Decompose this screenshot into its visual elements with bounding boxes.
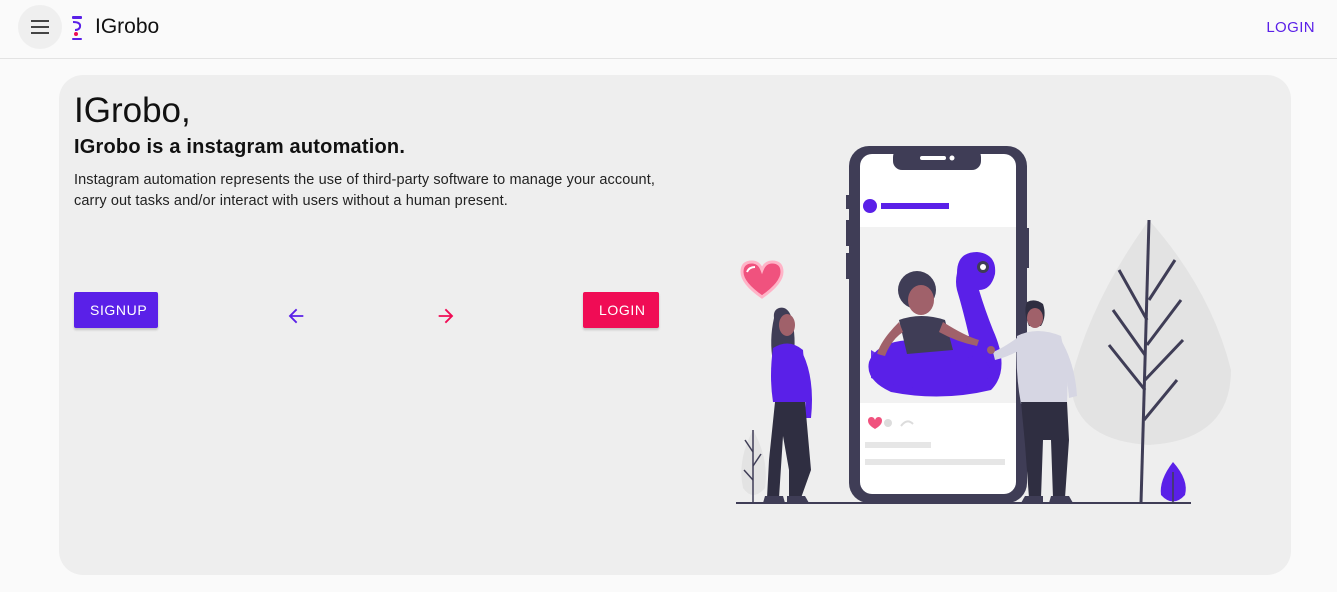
brand-title: IGrobo [95, 15, 160, 38]
hero-subheading: IGrobo is a instagram automation. [74, 136, 406, 158]
instagram-illustration [736, 146, 1231, 504]
logo-icon [72, 16, 82, 40]
app-bar: IGrobo LOGIN [0, 0, 1337, 59]
header-login-button[interactable]: LOGIN [1266, 18, 1315, 38]
signup-button[interactable]: SIGNUP [74, 292, 158, 328]
arrow-back-icon[interactable] [285, 305, 307, 327]
hero-heading: IGrobo, [74, 91, 191, 130]
hero-description: Instagram automation represents the use … [74, 172, 655, 209]
menu-icon [31, 20, 49, 34]
login-button[interactable]: LOGIN [583, 292, 659, 328]
hero-card: IGrobo, IGrobo is a instagram automation… [59, 75, 1291, 575]
floating-heart [740, 260, 784, 299]
menu-button[interactable] [18, 5, 62, 49]
arrow-forward-icon[interactable] [435, 305, 457, 327]
